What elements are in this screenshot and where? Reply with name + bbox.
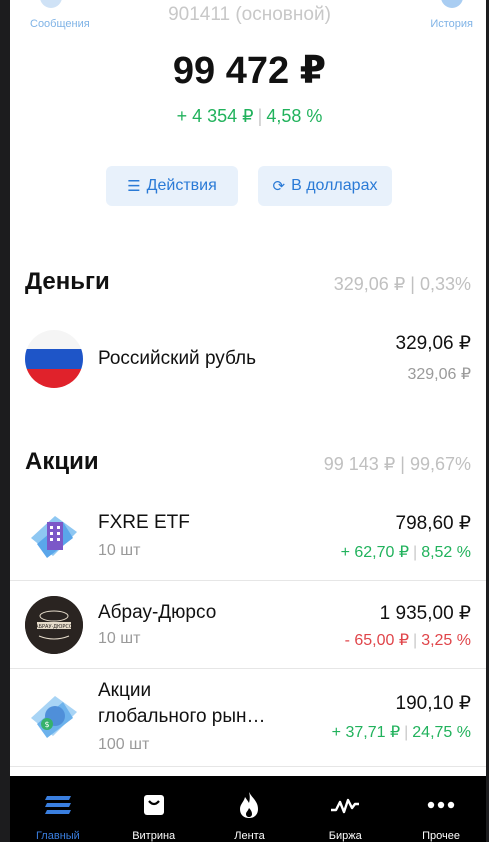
stock-name-line2: глобального рын… [98,706,266,727]
pulse-icon [330,790,360,820]
nav-label: Главный [35,830,80,842]
nav-label: Витрина [132,830,176,842]
stock-row-fxre[interactable]: FXRE ETF 10 шт 798,60 ₽ + 62,70 ₽ | 8,52 % [10,502,489,580]
money-section-title: Деньги [25,268,110,295]
history-link[interactable]: История [430,18,473,30]
money-sub-value: 329,06 ₽ [407,366,471,383]
home-bars-icon [43,790,73,820]
stocks-section-title: Акции [25,448,99,475]
top-header: Сообщения 901411 (основной) История [10,0,489,40]
stock-change-pct: 3,25 % [421,632,471,649]
actions-button[interactable]: ☰ Действия [106,166,238,206]
stock-change-abs: + 37,71 ₽ [331,724,401,741]
portfolio-change: + 4 354 ₽ | 4,58 % [10,106,489,127]
flame-icon [238,790,260,820]
row-divider [10,766,489,767]
more-dots-icon [426,790,456,820]
stock-change: + 37,71 ₽ | 24,75 % [332,722,471,742]
portfolio-change-abs: + 4 354 ₽ [176,106,254,126]
separator: | [413,544,418,561]
svg-text:$: $ [44,720,49,729]
stock-change-abs: - 65,00 ₽ [344,632,410,649]
portfolio-screen: Сообщения 901411 (основной) История 99 4… [10,0,489,776]
fxre-logo-icon [25,508,83,566]
stock-change: + 62,70 ₽ | 8,52 % [341,542,471,562]
stock-name-line1: Акции [98,680,152,701]
stock-change-pct: 24,75 % [412,724,471,741]
nav-label: Лента [234,830,265,842]
abrau-logo-icon: АБРАУ·ДЮРСО [25,596,83,654]
money-row-rub[interactable]: Российский рубль 329,06 ₽ 329,06 ₽ [10,326,489,396]
stock-change-abs: + 62,70 ₽ [340,544,410,561]
in-dollars-button-label: В долларах [291,177,378,194]
separator: | [404,724,409,741]
russia-flag-icon [25,330,83,388]
bag-icon [142,790,166,820]
stock-price: 190,10 ₽ [395,693,471,714]
stocks-section-summary: 99 143 ₽ | 99,67% [323,454,471,474]
portfolio-total: 99 472 ₽ [172,50,327,92]
stock-change: - 65,00 ₽ | 3,25 % [345,630,471,650]
money-name: Российский рубль [98,348,257,369]
money-section-summary: 329,06 ₽ | 0,33% [333,274,471,294]
stock-change-pct: 8,52 % [421,544,471,561]
separator: | [413,632,418,649]
refresh-icon: ⟳ [272,178,286,195]
row-divider [10,668,489,669]
stock-price: 1 935,00 ₽ [379,603,471,624]
nav-label: Прочее [422,830,461,842]
actions-button-label: Действия [146,177,217,194]
stock-name: FXRE ETF [98,512,190,533]
list-icon: ☰ [127,178,141,195]
nav-label: Биржа [328,830,362,842]
account-number: 901411 (основной) [168,4,331,25]
nav-item-feed[interactable]: Лента [202,776,298,842]
stock-qty: 10 шт [98,542,141,559]
stock-qty: 10 шт [98,630,141,647]
nav-item-exchange[interactable]: Биржа [297,776,393,842]
money-value: 329,06 ₽ [395,333,471,354]
nav-item-more[interactable]: Прочее [393,776,489,842]
stock-row-global-market[interactable]: $ Акции глобального рын… 100 шт 190,10 ₽… [10,676,489,766]
portfolio-change-pct: 4,58 % [266,106,323,126]
svg-text:АБРАУ·ДЮРСО: АБРАУ·ДЮРСО [35,624,73,630]
stock-row-abrau[interactable]: АБРАУ·ДЮРСО Абрау-Дюрсо 10 шт 1 935,00 ₽… [10,590,489,668]
global-market-logo-icon: $ [25,688,83,746]
nav-item-showcase[interactable]: Витрина [106,776,202,842]
stock-price: 798,60 ₽ [395,513,471,534]
separator: | [257,106,263,126]
stock-name: Абрау-Дюрсо [98,602,217,623]
stock-qty: 100 шт [98,736,150,753]
nav-item-main[interactable]: Главный [10,776,106,842]
in-dollars-button[interactable]: ⟳ В долларах [258,166,392,206]
row-divider [10,580,489,581]
bottom-navigation: Главный Витрина Лента Биржа Прочее [10,776,489,842]
